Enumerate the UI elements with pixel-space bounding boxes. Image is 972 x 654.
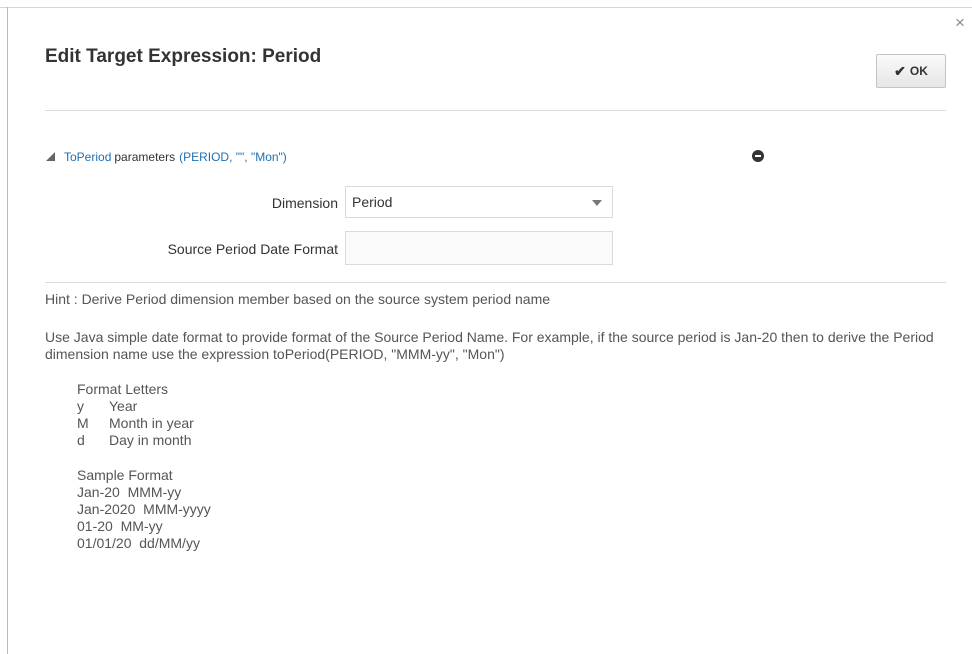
triangle-expanded-icon[interactable] bbox=[46, 151, 55, 161]
dialog-title: Edit Target Expression: Period bbox=[45, 46, 322, 67]
sample-format-title: Sample Format bbox=[77, 467, 173, 483]
parameters-link[interactable]: (PERIOD, "", "Mon") bbox=[179, 150, 287, 164]
format-letter: M bbox=[77, 415, 89, 431]
sample-format-item: Jan-20 MMM-yy bbox=[77, 484, 182, 500]
check-icon: ✔ bbox=[894, 62, 906, 79]
hint-text: Hint : Derive Period dimension member ba… bbox=[45, 291, 551, 307]
sample-format-block: Sample Format Jan-20 MMM-yy Jan-2020 MMM… bbox=[77, 467, 211, 552]
dimension-label: Dimension bbox=[271, 195, 338, 211]
window-top-edge bbox=[0, 0, 972, 8]
function-link[interactable]: ToPeriod bbox=[64, 150, 111, 164]
remove-circle-icon[interactable] bbox=[752, 150, 764, 162]
ok-button[interactable]: ✔ OK bbox=[876, 54, 946, 88]
format-letter-meaning: Month in year bbox=[109, 415, 194, 431]
format-letter-row: M Month in year bbox=[77, 415, 194, 432]
window-left-edge bbox=[7, 7, 8, 654]
ok-button-label: OK bbox=[909, 64, 928, 78]
sample-format-item: 01/01/20 dd/MM/yy bbox=[77, 535, 200, 551]
format-letter-row: d Day in month bbox=[77, 432, 194, 449]
sample-format-item: 01-20 MM-yy bbox=[77, 518, 163, 534]
source-format-label: Source Period Date Format bbox=[167, 241, 338, 257]
chevron-down-icon bbox=[592, 200, 602, 206]
parameters-label: parameters bbox=[114, 150, 176, 164]
format-letter: d bbox=[77, 432, 85, 448]
format-letter: y bbox=[77, 398, 84, 414]
dimension-select[interactable]: Period bbox=[345, 186, 613, 218]
header-divider bbox=[45, 110, 946, 111]
description-text: Use Java simple date format to provide f… bbox=[45, 329, 934, 362]
dimension-select-value: Period bbox=[352, 194, 393, 210]
close-icon[interactable]: × bbox=[955, 14, 965, 31]
format-letter-meaning: Day in month bbox=[109, 432, 192, 448]
format-letter-meaning: Year bbox=[109, 398, 138, 414]
form-divider bbox=[45, 282, 946, 283]
source-format-input[interactable] bbox=[345, 231, 613, 265]
parameters-section-header: ToPeriod parameters (PERIOD, "", "Mon") bbox=[46, 150, 287, 164]
format-letter-row: y Year bbox=[77, 398, 194, 415]
format-letters-title: Format Letters bbox=[77, 381, 169, 397]
format-letters-block: Format Letters y Year M Month in year d … bbox=[77, 381, 194, 449]
sample-format-item: Jan-2020 MMM-yyyy bbox=[77, 501, 211, 517]
